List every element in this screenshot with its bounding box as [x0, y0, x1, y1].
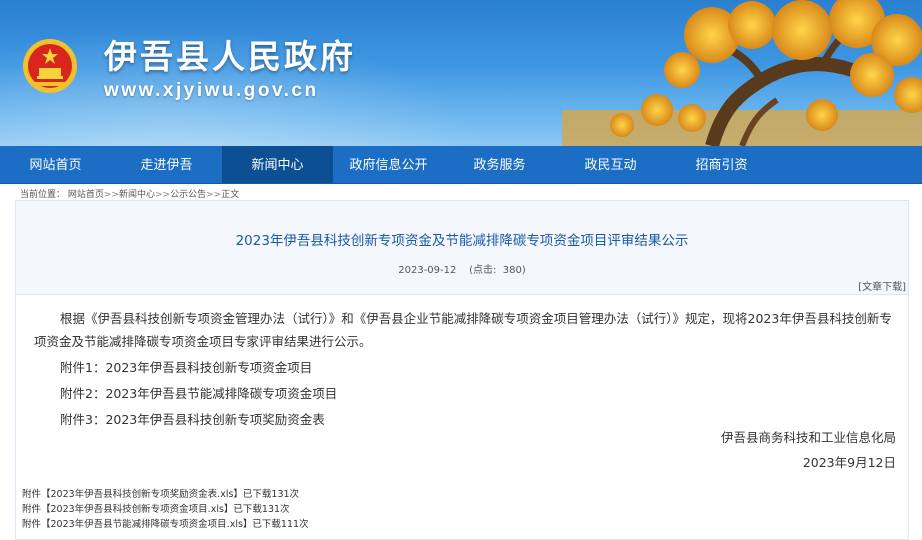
national-emblem-icon — [23, 39, 77, 93]
article-header: 2023年伊吾县科技创新专项资金及节能减排降碳专项资金项目评审结果公示 2023… — [16, 201, 908, 295]
site-url: www.xjyiwu.gov.cn — [104, 80, 319, 101]
signature-org: 伊吾县商务科技和工业信息化局 — [720, 430, 896, 445]
attachment-line-1: 附件1：2023年伊吾县科技创新专项资金项目 — [60, 360, 313, 375]
article-paragraph: 根据《伊吾县科技创新专项资金管理办法（试行）》和《伊吾县企业节能减排降碳专项资金… — [34, 311, 892, 349]
poplar-tree-banner — [562, 0, 922, 146]
article-body: 根据《伊吾县科技创新专项资金管理办法（试行）》和《伊吾县企业节能减排降碳专项资金… — [16, 295, 908, 539]
breadcrumb: 当前位置： 网站首页>>新闻中心>>公示公告>>正文 — [20, 187, 239, 200]
nav-item-gov-info[interactable]: 政府信息公开 — [333, 146, 444, 183]
clicks-count: 380) — [502, 265, 526, 276]
article-date: 2023-09-12 — [398, 265, 457, 276]
signature-date: 2023年9月12日 — [802, 455, 896, 470]
article-title: 2023年伊吾县科技创新专项资金及节能减排降碳专项资金项目评审结果公示 — [235, 233, 689, 249]
file-download-link-2[interactable]: 附件【2023年伊吾县科技创新专项资金项目.xls】已下载131次 — [22, 504, 290, 515]
attachment-downloads: 附件【2023年伊吾县科技创新专项奖励资金表.xls】已下载131次 附件【20… — [22, 487, 309, 532]
file-download-link-3[interactable]: 附件【2023年伊吾县节能减排降碳专项资金项目.xls】已下载111次 — [22, 519, 309, 530]
attachment-line-3: 附件3：2023年伊吾县科技创新专项奖励资金表 — [60, 412, 325, 427]
nav-item-about[interactable]: 走进伊吾 — [111, 146, 222, 183]
clicks-label: (点击: — [469, 265, 497, 276]
nav-item-investment[interactable]: 招商引资 — [666, 146, 777, 183]
article-panel: 2023年伊吾县科技创新专项资金及节能减排降碳专项资金项目评审结果公示 2023… — [15, 200, 909, 540]
breadcrumb-separator: >> — [155, 190, 171, 200]
site-title: 伊吾县人民政府 — [104, 37, 356, 76]
attachment-line-2: 附件2：2023年伊吾县节能减排降碳专项资金项目 — [60, 386, 338, 401]
main-nav: 网站首页 走进伊吾 新闻中心 政府信息公开 政务服务 政民互动 招商引资 — [0, 146, 922, 184]
file-download-link-1[interactable]: 附件【2023年伊吾县科技创新专项奖励资金表.xls】已下载131次 — [22, 489, 299, 500]
nav-item-services[interactable]: 政务服务 — [444, 146, 555, 183]
breadcrumb-notices[interactable]: 公示公告 — [170, 190, 206, 200]
breadcrumb-separator: >> — [206, 190, 222, 200]
breadcrumb-news[interactable]: 新闻中心 — [119, 190, 155, 200]
article-meta: 2023-09-12 (点击: 380) — [16, 261, 908, 276]
breadcrumb-current: 正文 — [221, 190, 240, 200]
nav-item-home[interactable]: 网站首页 — [0, 146, 111, 183]
download-article-link[interactable]: [文章下载] — [858, 278, 906, 293]
nav-item-interaction[interactable]: 政民互动 — [555, 146, 666, 183]
breadcrumb-separator: >> — [103, 190, 119, 200]
breadcrumb-label: 当前位置： — [20, 190, 66, 200]
breadcrumb-home[interactable]: 网站首页 — [68, 190, 104, 200]
site-header: 伊吾县人民政府 www.xjyiwu.gov.cn — [0, 0, 922, 146]
nav-item-news[interactable]: 新闻中心 — [222, 146, 333, 183]
